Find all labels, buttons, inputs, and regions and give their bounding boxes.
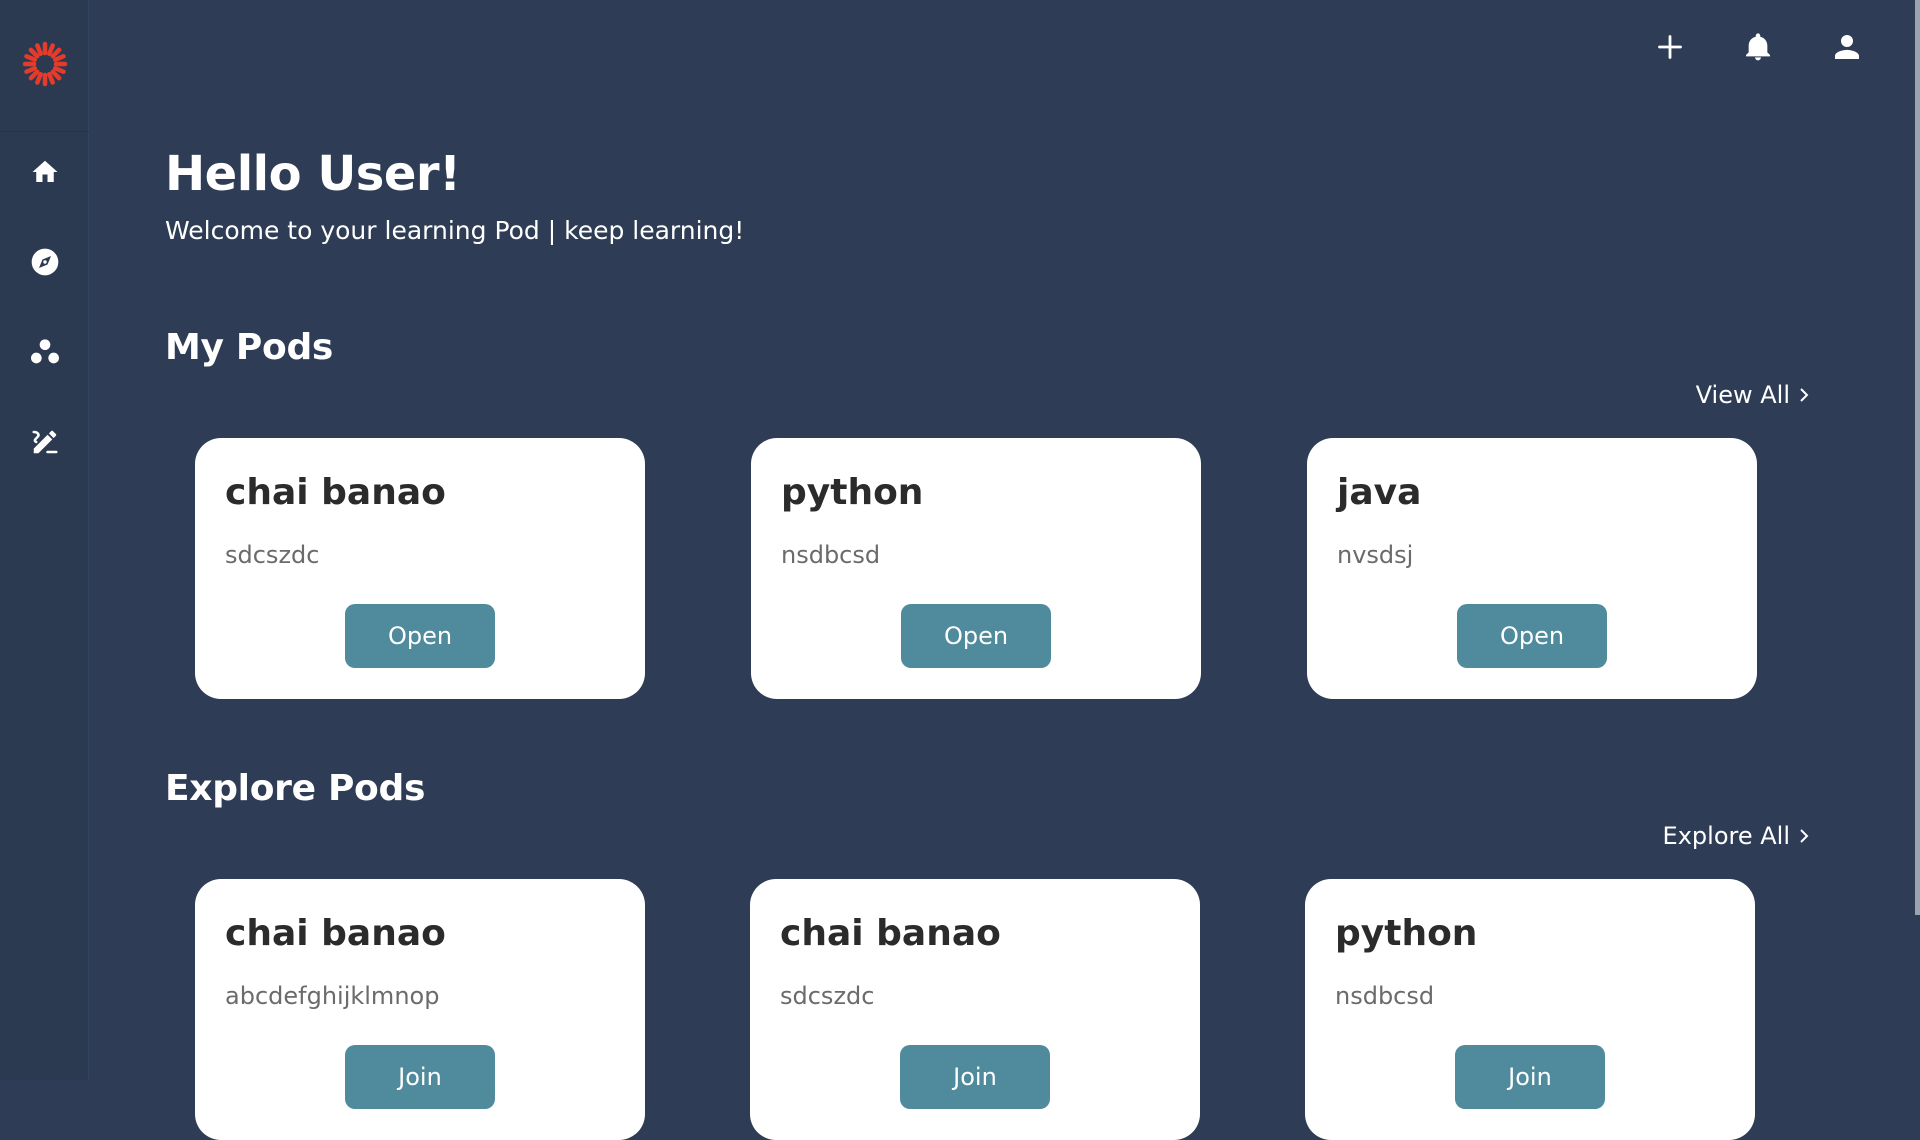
- sun-logo-icon[interactable]: [21, 40, 69, 92]
- open-pod-button[interactable]: Open: [345, 604, 495, 668]
- my-pods-title: My Pods: [165, 327, 334, 368]
- pod-description: nsdbcsd: [1335, 982, 1435, 1010]
- add-button[interactable]: [1647, 26, 1693, 72]
- user-icon: [1831, 31, 1863, 67]
- join-pod-button[interactable]: Join: [900, 1045, 1050, 1109]
- logo-area: [0, 0, 89, 132]
- chevron-right-icon: [1798, 381, 1810, 409]
- pod-description: nvsdsj: [1337, 541, 1414, 569]
- pod-title: python: [781, 472, 924, 513]
- pod-title: chai banao: [780, 913, 1001, 954]
- scrollbar[interactable]: [1915, 0, 1920, 915]
- chevron-right-icon: [1798, 822, 1810, 850]
- edit-icon: [30, 427, 60, 461]
- pod-title: python: [1335, 913, 1478, 954]
- bell-icon: [1742, 31, 1774, 67]
- group-icon: [29, 336, 61, 372]
- pod-description: sdcszdc: [225, 541, 320, 569]
- greeting-title: Hello User!: [165, 146, 461, 202]
- join-pod-button[interactable]: Join: [1455, 1045, 1605, 1109]
- explore-pods-title: Explore Pods: [165, 768, 426, 809]
- sidebar-item-home[interactable]: [22, 151, 68, 197]
- pod-description: nsdbcsd: [781, 541, 881, 569]
- sidebar-item-groups[interactable]: [22, 331, 68, 377]
- open-pod-button[interactable]: Open: [901, 604, 1051, 668]
- explore-all-label: Explore All: [1662, 822, 1790, 850]
- my-pod-card: chai banao sdcszdc Open: [195, 438, 645, 699]
- notifications-button[interactable]: [1735, 26, 1781, 72]
- profile-button[interactable]: [1824, 26, 1870, 72]
- home-icon: [30, 157, 60, 191]
- explore-all-link[interactable]: Explore All: [1663, 822, 1810, 850]
- explore-pod-card: python nsdbcsd Join: [1305, 879, 1755, 1140]
- plus-icon: [1656, 33, 1684, 65]
- pod-title: chai banao: [225, 913, 446, 954]
- sidebar: [0, 0, 89, 1080]
- explore-pod-card: chai banao abcdefghijklmnop Join: [195, 879, 645, 1140]
- view-all-label: View All: [1695, 381, 1790, 409]
- my-pod-card: java nvsdsj Open: [1307, 438, 1757, 699]
- my-pod-card: python nsdbcsd Open: [751, 438, 1201, 699]
- view-all-link[interactable]: View All: [1696, 381, 1810, 409]
- explore-pod-card: chai banao sdcszdc Join: [750, 879, 1200, 1140]
- pod-description: sdcszdc: [780, 982, 875, 1010]
- pod-description: abcdefghijklmnop: [225, 982, 440, 1010]
- pod-title: java: [1337, 472, 1422, 513]
- compass-icon: [29, 246, 61, 282]
- sidebar-item-edit[interactable]: [22, 421, 68, 467]
- pod-title: chai banao: [225, 472, 446, 513]
- join-pod-button[interactable]: Join: [345, 1045, 495, 1109]
- sidebar-item-explore[interactable]: [22, 241, 68, 287]
- greeting-subtitle: Welcome to your learning Pod | keep lear…: [165, 216, 745, 245]
- open-pod-button[interactable]: Open: [1457, 604, 1607, 668]
